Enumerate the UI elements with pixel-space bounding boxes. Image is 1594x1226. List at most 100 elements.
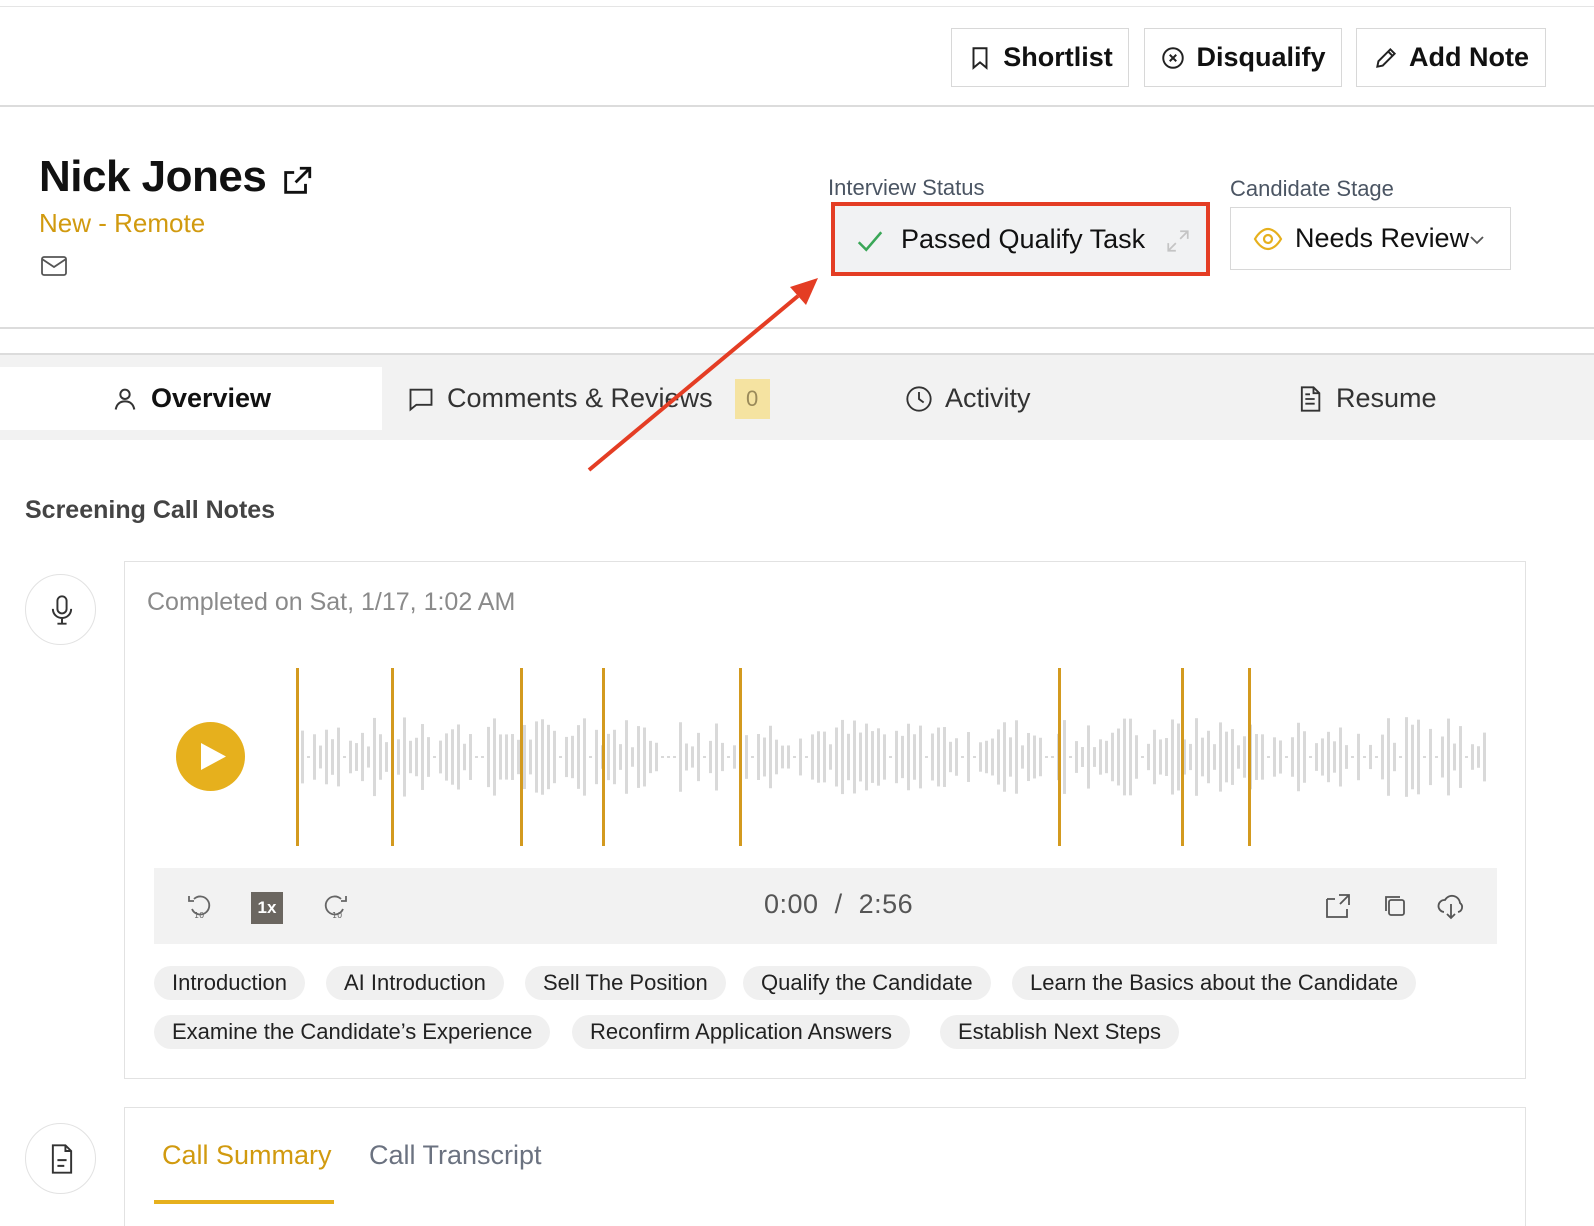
- interview-status-field[interactable]: Passed Qualify Task: [831, 202, 1210, 276]
- waveform-bar: [1345, 745, 1348, 769]
- waveform-bar: [1189, 743, 1192, 771]
- waveform-bar: [985, 740, 988, 774]
- waveform-bar: [499, 734, 502, 780]
- play-button[interactable]: [176, 722, 245, 791]
- waveform-bar: [1177, 723, 1180, 791]
- disqualify-button[interactable]: Disqualify: [1144, 28, 1342, 87]
- waveform-bar: [475, 756, 478, 758]
- waveform-bar: [1321, 738, 1324, 776]
- tab-resume[interactable]: Resume: [1296, 355, 1437, 442]
- mail-icon[interactable]: [40, 254, 68, 278]
- time-separator: /: [834, 889, 843, 919]
- waveform-bar: [901, 735, 904, 779]
- candidate-subtitle: New - Remote: [39, 208, 206, 238]
- waveform-bar: [463, 743, 466, 771]
- external-link-icon[interactable]: [280, 164, 314, 198]
- file-text-icon: [51, 1144, 73, 1174]
- tab-call-summary[interactable]: Call Summary: [162, 1140, 332, 1171]
- waveform-bar: [439, 740, 442, 774]
- chip-next-steps[interactable]: Establish Next Steps: [940, 1015, 1179, 1049]
- playback-speed-button[interactable]: 1x: [251, 892, 283, 924]
- download-icon[interactable]: [1436, 891, 1466, 921]
- current-time: 0:00: [764, 889, 819, 919]
- section-marker[interactable]: [739, 668, 742, 846]
- share-icon[interactable]: [1323, 891, 1353, 921]
- waveform-bar: [1069, 756, 1072, 758]
- waveform-bar: [979, 742, 982, 772]
- waveform-bar: [1441, 736, 1444, 778]
- chip-examine-experience[interactable]: Examine the Candidate’s Experience: [154, 1015, 551, 1049]
- header-divider: [0, 327, 1594, 329]
- waveform-bar: [505, 734, 508, 780]
- waveform-bar: [523, 724, 526, 790]
- waveform-bar: [793, 756, 796, 758]
- waveform-bar: [775, 739, 778, 775]
- waveform-bar: [1027, 732, 1030, 782]
- chip-introduction[interactable]: Introduction: [154, 966, 305, 1000]
- waveform-bar: [1369, 744, 1372, 770]
- waveform-bar: [889, 756, 892, 758]
- waveform-bar: [733, 745, 736, 769]
- chip-learn-basics[interactable]: Learn the Basics about the Candidate: [1012, 966, 1417, 1000]
- waveform-bar: [1087, 725, 1090, 789]
- waveform-bar: [553, 730, 556, 784]
- tab-activity[interactable]: Activity: [905, 355, 1031, 442]
- section-marker[interactable]: [1248, 668, 1251, 846]
- waveform-bar: [673, 756, 676, 758]
- waveform-bar: [1339, 727, 1342, 787]
- waveform-bar: [1015, 720, 1018, 794]
- waveform-bar: [361, 732, 364, 782]
- section-marker[interactable]: [296, 668, 299, 846]
- waveform-bar: [625, 720, 628, 794]
- audio-waveform[interactable]: [291, 662, 1491, 852]
- waveform-bar: [1105, 740, 1108, 774]
- waveform-bar: [1357, 733, 1360, 781]
- waveform-bar: [913, 734, 916, 780]
- shortlist-button[interactable]: Shortlist: [951, 28, 1129, 87]
- waveform-bar: [1231, 729, 1234, 785]
- waveform-bar: [691, 746, 694, 768]
- waveform-bar: [703, 756, 706, 758]
- waveform-bar: [1405, 717, 1408, 797]
- tab-overview[interactable]: Overview: [0, 367, 382, 430]
- chip-sell-position[interactable]: Sell The Position: [525, 966, 726, 1000]
- chip-qualify-candidate[interactable]: Qualify the Candidate: [743, 966, 991, 1000]
- chip-reconfirm-answers[interactable]: Reconfirm Application Answers: [572, 1015, 911, 1049]
- waveform-bar: [1021, 745, 1024, 769]
- waveform-bar: [811, 734, 814, 780]
- add-note-button[interactable]: Add Note: [1356, 28, 1546, 87]
- forward-10-icon[interactable]: 10: [320, 891, 350, 921]
- waveform-bar: [1375, 756, 1378, 758]
- section-marker[interactable]: [1058, 668, 1061, 846]
- waveform-bar: [313, 734, 316, 780]
- candidate-stage-select[interactable]: Needs Review: [1230, 207, 1511, 270]
- waveform-bar: [961, 756, 964, 758]
- circle-x-icon: [1162, 46, 1185, 69]
- waveform-bar: [991, 738, 994, 776]
- waveform-bar: [865, 723, 868, 791]
- section-marker[interactable]: [520, 668, 523, 846]
- waveform-bar: [871, 731, 874, 783]
- clock-icon: [906, 385, 932, 412]
- waveform-bar: [787, 745, 790, 769]
- waveform-bar: [517, 739, 520, 775]
- rewind-10-icon[interactable]: 10: [185, 891, 215, 921]
- microphone-badge: [25, 574, 96, 645]
- waveform-bar: [1051, 756, 1054, 758]
- copy-icon[interactable]: [1380, 891, 1410, 921]
- section-marker[interactable]: [391, 668, 394, 846]
- waveform-bar: [643, 727, 646, 787]
- waveform-bar: [367, 746, 370, 768]
- section-marker[interactable]: [1181, 668, 1184, 846]
- waveform-bar: [445, 733, 448, 781]
- screening-section-title: Screening Call Notes: [25, 496, 276, 524]
- checkmark-icon: [857, 231, 883, 252]
- waveform-bar: [487, 726, 490, 788]
- chip-ai-introduction[interactable]: AI Introduction: [326, 966, 504, 1000]
- section-marker[interactable]: [602, 668, 605, 846]
- tab-comments-reviews[interactable]: Comments & Reviews 0: [407, 355, 770, 442]
- tab-call-transcript[interactable]: Call Transcript: [369, 1140, 542, 1171]
- expand-icon[interactable]: [1165, 228, 1191, 254]
- waveform-bar: [1453, 743, 1456, 771]
- waveform-bar: [547, 724, 550, 790]
